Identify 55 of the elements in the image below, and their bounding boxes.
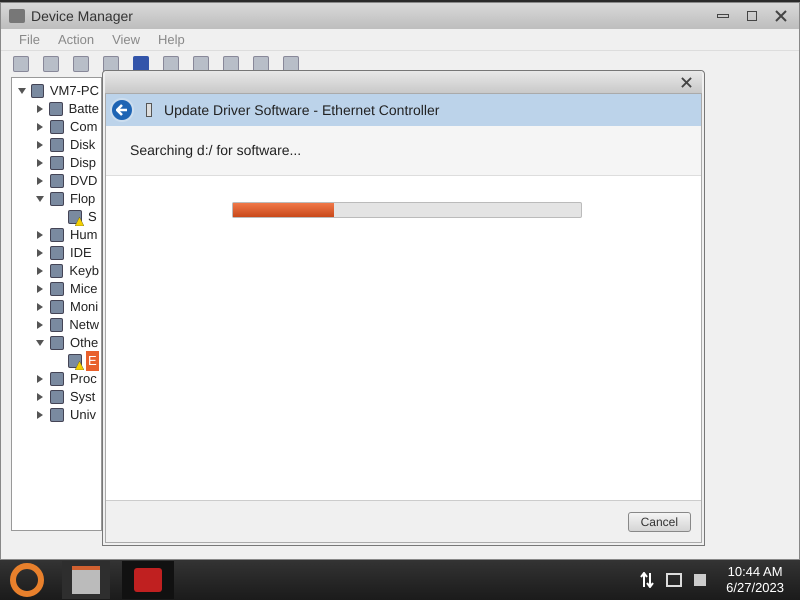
close-icon[interactable] [681,76,692,88]
device-icon [50,156,64,170]
tree-item[interactable]: Netw [67,315,101,335]
file-cabinet-icon[interactable] [62,561,110,599]
tree-item[interactable]: Mice [68,279,100,299]
clock-date: 6/27/2023 [726,580,784,596]
tree-item[interactable]: Disp [68,153,98,173]
dialog-title: Update Driver Software - Ethernet Controller [164,100,440,120]
toolbox-icon[interactable] [122,561,174,599]
app-icon [9,9,25,23]
transfer-arrows-icon[interactable] [640,572,654,588]
device-icon [50,300,64,314]
device-icon [50,408,64,422]
device-icon [50,390,64,404]
tree-item[interactable]: Syst [68,387,98,407]
minimize-icon[interactable] [717,14,729,18]
device-icon [50,336,64,350]
tree-item[interactable]: DVD [68,171,100,191]
tree-item[interactable]: Moni [68,297,100,317]
cancel-button[interactable]: Cancel [628,512,691,532]
expanded-arrow-icon[interactable] [18,87,28,95]
device-icon [50,192,64,206]
tree-item[interactable]: Keyb [67,261,101,281]
device-icon [50,228,64,242]
expanded-arrow-icon[interactable] [36,339,46,347]
device-icon [50,246,64,260]
tree-item[interactable]: Flop [68,189,98,209]
device-icon [31,84,44,98]
tree-item[interactable]: S [86,207,99,227]
collapsed-arrow-icon[interactable] [36,105,46,113]
device-icon [146,103,152,117]
device-icon [50,174,64,188]
tree-item[interactable]: Proc [68,369,99,389]
maximize-icon[interactable] [747,11,757,21]
device-icon [50,138,64,152]
window-title: Device Manager [31,6,133,26]
device-icon [50,264,64,278]
tree-item[interactable]: Hum [68,225,100,245]
tree-item[interactable]: VM7-PC [48,81,101,101]
device-icon [50,120,64,134]
tree-item[interactable]: Disk [68,135,98,155]
tree-item[interactable]: Othe [68,333,100,353]
device-icon [49,102,63,116]
tree-item[interactable]: Univ [68,405,98,425]
expanded-arrow-icon[interactable] [36,195,46,203]
tree-item[interactable]: IDE [68,243,94,263]
device-icon [50,282,64,296]
clock-time: 10:44 AM [728,564,783,580]
status-text: Searching d:/ for software... [130,141,302,160]
device-icon [50,318,64,332]
tree-item[interactable]: Batte [66,99,101,119]
start-logo-icon[interactable] [10,563,44,597]
tree-item[interactable]: Com [68,117,100,137]
device-icon [50,372,64,386]
close-icon[interactable] [775,10,787,22]
